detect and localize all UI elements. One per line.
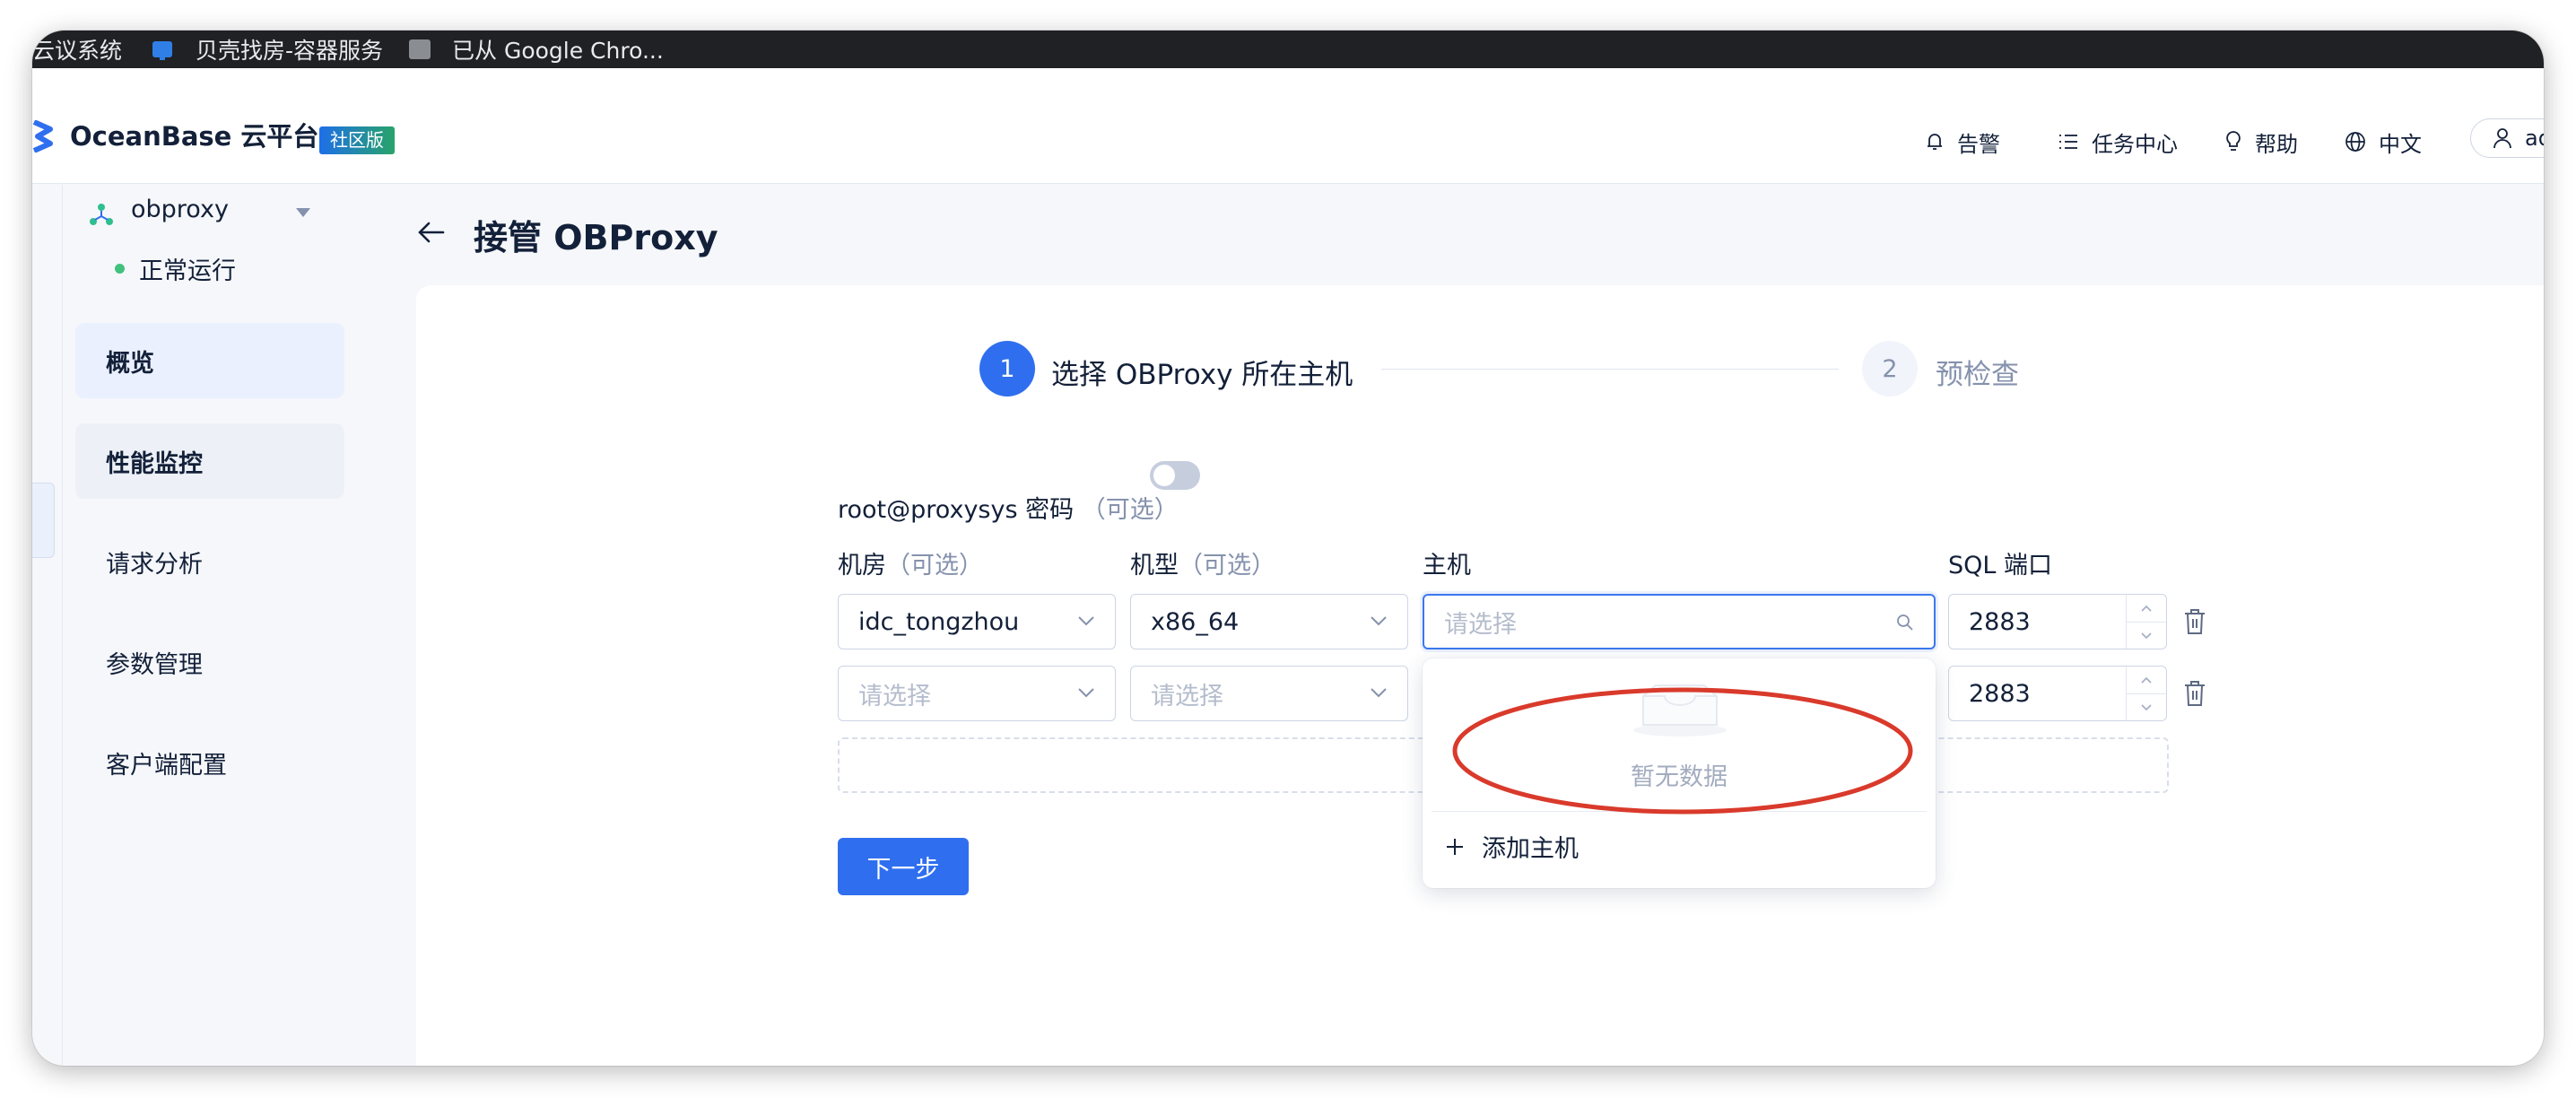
port-value: 2883 — [1969, 679, 2031, 708]
port-stepper[interactable] — [2126, 667, 2166, 720]
model-column-label: 机型（可选） — [1130, 545, 1275, 580]
cluster-icon — [90, 204, 113, 225]
user-menu-button[interactable]: ad — [2470, 118, 2544, 158]
bookmark-label: 贝壳找房-容器服务 — [196, 38, 384, 64]
browser-window: 云议系统 贝壳找房-容器服务 已从 Google Chro... OceanBa… — [32, 30, 2544, 1066]
delete-row-icon[interactable] — [2183, 680, 2206, 707]
alerts-button[interactable]: 告警 — [1925, 124, 2000, 160]
nav-client-config[interactable]: 客户端配置 — [75, 725, 344, 800]
room-value: idc_tongzhou — [858, 607, 1020, 636]
room-select[interactable]: idc_tongzhou — [838, 594, 1116, 649]
room-column-label: 机房（可选） — [838, 545, 983, 580]
folder-icon — [409, 39, 431, 59]
step-2-label: 预检查 — [1936, 359, 2019, 391]
chevron-down-icon — [1371, 616, 1387, 626]
room-placeholder: 请选择 — [858, 682, 931, 710]
add-host-button[interactable]: 添加主机 — [1444, 829, 1579, 864]
nav-performance[interactable]: 性能监控 — [75, 423, 344, 499]
back-arrow-icon[interactable] — [416, 217, 447, 248]
page-title: 接管 OBProxy — [474, 218, 718, 257]
host-column-label: 主机 — [1423, 552, 1471, 580]
optional-hint: （可选） — [886, 552, 983, 580]
status-text: 正常运行 — [139, 257, 236, 285]
model-label-text: 机型 — [1130, 552, 1179, 580]
add-host-label: 添加主机 — [1482, 835, 1579, 863]
chevron-down-icon — [1078, 616, 1094, 626]
room-select[interactable]: 请选择 — [838, 666, 1116, 721]
port-stepper[interactable] — [2126, 595, 2166, 649]
stepper-up-icon[interactable] — [2127, 595, 2166, 622]
bell-icon — [1928, 134, 1942, 150]
model-select[interactable]: 请选择 — [1130, 666, 1408, 721]
port-input[interactable]: 2883 — [1948, 666, 2167, 721]
step-1-label: 选择 OBProxy 所在主机 — [1051, 359, 1353, 391]
model-placeholder: 请选择 — [1151, 682, 1223, 710]
nav-parameters[interactable]: 参数管理 — [75, 624, 344, 700]
port-column-label: SQL 端口 — [1948, 552, 2053, 580]
step-2-indicator: 2 — [1862, 341, 1918, 396]
chevron-down-icon — [1078, 688, 1094, 698]
annotation-ellipse — [1452, 687, 1913, 815]
delete-row-icon[interactable] — [2183, 608, 2206, 635]
brand-name[interactable]: OceanBase 云平台 — [70, 120, 318, 152]
stepper-up-icon[interactable] — [2127, 667, 2166, 693]
stepper-down-icon[interactable] — [2127, 622, 2166, 649]
step-1-indicator: 1 — [979, 341, 1035, 396]
language-label: 中文 — [2379, 131, 2422, 157]
port-input[interactable]: 2883 — [1948, 594, 2167, 649]
nav-overview[interactable]: 概览 — [75, 323, 344, 398]
host-select[interactable]: 请选择 — [1423, 594, 1936, 649]
help-label: 帮助 — [2255, 131, 2298, 157]
chevron-down-icon — [1371, 688, 1387, 698]
task-center-button[interactable]: 任务中心 — [2058, 124, 2178, 160]
plus-icon — [1447, 838, 1463, 855]
model-value: x86_64 — [1151, 607, 1240, 636]
password-label: root@proxysys 密码 （可选） — [838, 490, 1179, 525]
bookmark-blue-icon — [152, 41, 172, 60]
status-dot — [115, 264, 125, 274]
optional-hint: （可选） — [1179, 552, 1275, 580]
optional-hint: （可选） — [1081, 496, 1179, 524]
oceanbase-logo-icon[interactable] — [32, 120, 59, 152]
list-icon — [2059, 135, 2077, 149]
user-name: ad — [2525, 126, 2544, 151]
search-icon — [1897, 614, 1913, 631]
port-value: 2883 — [1969, 607, 2031, 636]
bookmark-item[interactable]: 贝壳找房-容器服务 — [152, 30, 383, 68]
bookmark-label: 云议系统 — [32, 38, 123, 64]
caret-down-icon[interactable] — [294, 206, 312, 219]
language-button[interactable]: 中文 — [2345, 124, 2422, 160]
globe-icon — [2345, 132, 2365, 152]
top-header: OceanBase 云平台 社区版 告警 任务中心 帮助 中文 a — [32, 68, 2544, 184]
cluster-status: 正常运行 — [115, 251, 236, 286]
collapsed-rail-tab[interactable] — [32, 483, 55, 558]
tasks-label: 任务中心 — [2092, 131, 2178, 157]
model-select[interactable]: x86_64 — [1130, 594, 1408, 649]
lightbulb-icon — [2226, 131, 2241, 151]
password-toggle[interactable] — [1150, 461, 1200, 490]
next-step-button[interactable]: 下一步 — [838, 838, 969, 895]
step-connector — [1381, 369, 1839, 370]
bookmark-item[interactable]: 已从 Google Chro... — [409, 30, 664, 68]
nav-request-analysis[interactable]: 请求分析 — [75, 524, 344, 599]
host-placeholder: 请选择 — [1444, 610, 1517, 639]
alerts-label: 告警 — [1957, 131, 2000, 157]
help-button[interactable]: 帮助 — [2224, 124, 2298, 160]
bookmark-item[interactable]: 云议系统 — [32, 30, 122, 68]
password-label-text: root@proxysys 密码 — [838, 496, 1075, 524]
room-label-text: 机房 — [838, 552, 886, 580]
stepper-down-icon[interactable] — [2127, 693, 2166, 721]
bookmarks-bar: 云议系统 贝壳找房-容器服务 已从 Google Chro... — [32, 30, 2544, 68]
edition-badge: 社区版 — [319, 126, 395, 154]
bookmark-label: 已从 Google Chro... — [452, 38, 664, 64]
user-icon — [2493, 128, 2511, 149]
cluster-selector[interactable]: obproxy — [131, 196, 229, 223]
